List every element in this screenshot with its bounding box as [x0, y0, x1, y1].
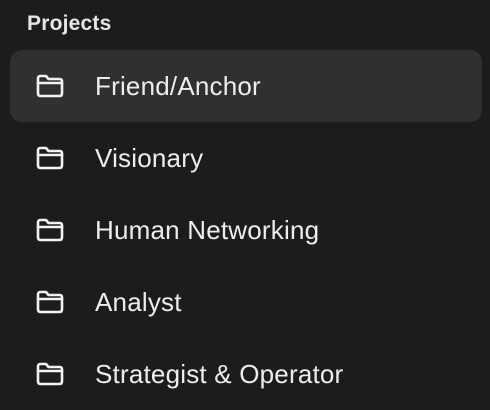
folder-icon	[35, 362, 65, 386]
project-item-strategist-operator[interactable]: Strategist & Operator	[10, 338, 482, 410]
project-label: Visionary	[95, 143, 204, 173]
project-item-analyst[interactable]: Analyst	[10, 266, 482, 338]
project-label: Human Networking	[95, 215, 320, 245]
folder-icon	[35, 218, 65, 242]
project-item-friend-anchor[interactable]: Friend/Anchor	[10, 50, 482, 122]
project-label: Friend/Anchor	[95, 71, 261, 101]
project-label: Analyst	[95, 287, 182, 317]
folder-icon	[35, 146, 65, 170]
project-item-visionary[interactable]: Visionary	[10, 122, 482, 194]
folder-icon	[35, 74, 65, 98]
section-title: Projects	[27, 12, 112, 35]
folder-icon	[35, 290, 65, 314]
project-list: Friend/Anchor Visionary Human Networking	[10, 50, 482, 410]
project-label: Strategist & Operator	[95, 359, 344, 389]
project-item-human-networking[interactable]: Human Networking	[10, 194, 482, 266]
